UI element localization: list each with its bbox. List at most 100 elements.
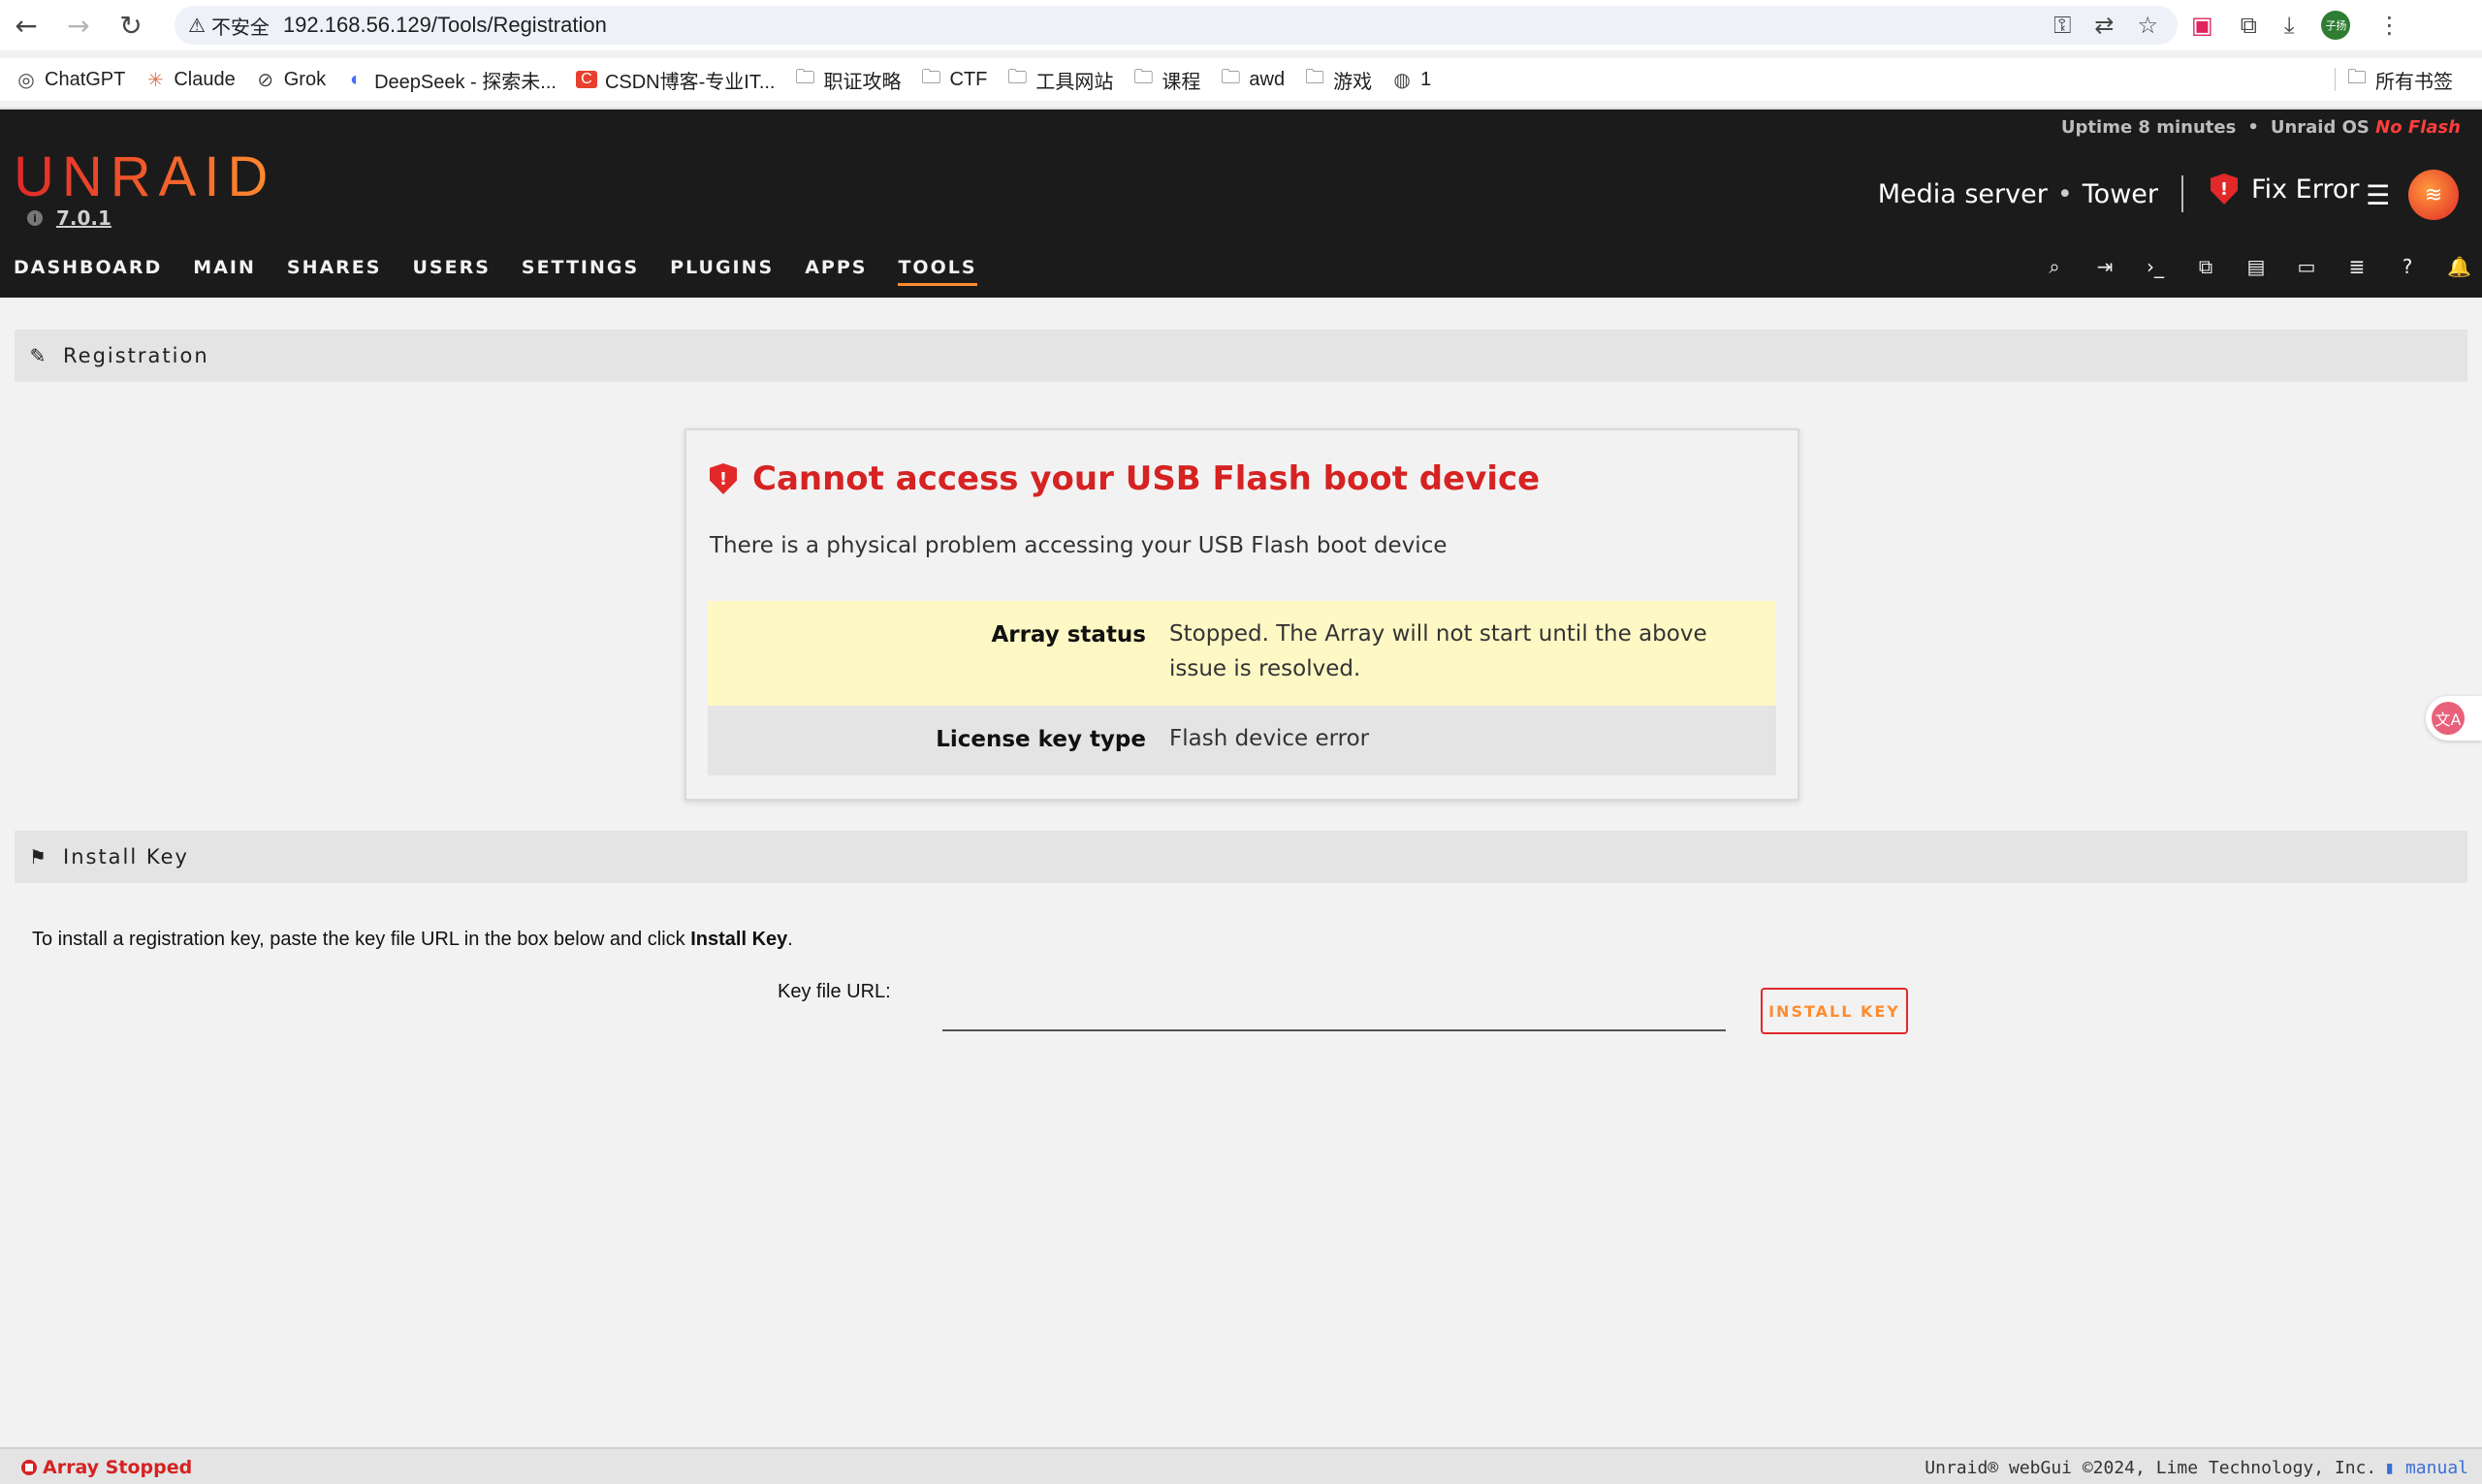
log-icon[interactable]: ≣: [2346, 255, 2368, 278]
bookmark-item[interactable]: ◎ ChatGPT: [6, 58, 135, 101]
nav-item-plugins[interactable]: PLUGINS: [670, 257, 774, 286]
translate-icon: 文A: [2432, 702, 2465, 735]
unraid-header: Uptime 8 minutes • Unraid OS No Flash UNRA…: [0, 110, 2482, 298]
user-avatar[interactable]: ≋: [2408, 170, 2459, 220]
stop-icon: [21, 1460, 37, 1475]
pencil-icon: ✎: [29, 344, 48, 367]
bookmark-item[interactable]: ⊘ Grok: [245, 58, 335, 101]
nav-item-users[interactable]: USERS: [412, 257, 490, 286]
bookmark-item[interactable]: C CSDN博客-专业IT...: [566, 58, 785, 101]
folder-icon: 🗀: [1305, 67, 1325, 88]
uptime-bar: Uptime 8 minutes • Unraid OS No Flash: [2060, 117, 2461, 138]
nav-icon-bar: ⌕ ⇥ ›_ ⧉ ▤ ▭ ≣ ? 🔔: [2044, 255, 2471, 278]
security-chip[interactable]: ⚠ 不安全: [188, 12, 283, 40]
flag-icon: ⚑: [29, 845, 48, 868]
folder-icon: 🗀: [795, 67, 815, 88]
nav-item-main[interactable]: MAIN: [193, 257, 256, 286]
status-label: Array status: [991, 622, 1146, 647]
bookmark-label: 工具网站: [1035, 71, 1114, 93]
book-icon: ▮: [2384, 1458, 2396, 1478]
nav-item-shares[interactable]: SHARES: [287, 257, 382, 286]
status-row-array: Array status Stopped. The Array will not…: [708, 601, 1776, 706]
url-text[interactable]: 192.168.56.129/Tools/Registration: [283, 13, 607, 38]
bookmark-label: CSDN博客-专业IT...: [604, 71, 776, 93]
bookmark-item[interactable]: 🗀 游戏: [1294, 58, 1382, 101]
nav-item-apps[interactable]: APPS: [805, 257, 867, 286]
bookmark-item[interactable]: 🗀 课程: [1123, 58, 1210, 101]
shield-alert-icon: !: [2211, 174, 2238, 205]
password-key-icon[interactable]: ⚿: [2053, 12, 2071, 39]
folder-icon: 🗀: [1221, 67, 1241, 88]
nav-item-dashboard[interactable]: DASHBOARD: [14, 257, 162, 286]
manual-link[interactable]: ▮ manual: [2384, 1458, 2468, 1478]
version-info: i 7.0.1: [27, 206, 111, 230]
security-label: 不安全: [210, 15, 270, 39]
bookmark-star-icon[interactable]: ☆: [2137, 12, 2158, 39]
all-bookmarks[interactable]: 🗀 所有书签: [2337, 58, 2463, 101]
bookmark-label: 游戏: [1333, 71, 1373, 93]
section-title: Install Key: [63, 845, 189, 868]
search-icon[interactable]: ⌕: [2044, 255, 2065, 278]
monitor-icon[interactable]: ▭: [2296, 255, 2317, 278]
install-description: To install a registration key, paste the…: [32, 929, 793, 950]
sound-wave-icon: ≋: [2424, 182, 2443, 207]
bookmark-item[interactable]: ◐ DeepSeek - 探索未...: [335, 58, 566, 101]
status-label: License key type: [936, 727, 1146, 752]
keyfile-url-input[interactable]: [942, 989, 1726, 1031]
status-value: Stopped. The Array will not start until …: [1169, 621, 1707, 681]
translate-extension-icon[interactable]: ▣: [2191, 12, 2213, 39]
folder-icon: 🗀: [921, 67, 941, 88]
logout-icon[interactable]: ⇥: [2094, 255, 2116, 278]
openai-icon: ◎: [17, 69, 35, 91]
section-title: Registration: [63, 344, 209, 367]
copyright: Unraid® webGui ©2024, Lime Technology, I…: [1925, 1458, 2468, 1478]
error-description: There is a physical problem accessing yo…: [710, 533, 1448, 558]
version-link[interactable]: 7.0.1: [56, 206, 111, 230]
info-icon: i: [27, 210, 43, 226]
profile-avatar[interactable]: 子扬: [2321, 11, 2351, 40]
deepseek-icon: ◐: [350, 68, 363, 90]
globe-icon: ◍: [1393, 69, 1411, 91]
error-title: ! Cannot access your USB Flash boot devi…: [710, 459, 1540, 498]
bookmarks-bar: ◎ ChatGPT ✳ Claude ⊘ Grok ◐ DeepSeek - 探索未... C C…: [0, 58, 2482, 101]
translate-sidebar-button[interactable]: 文A: [2426, 696, 2482, 741]
install-key-button[interactable]: INSTALL KEY: [1761, 988, 1908, 1034]
copy-icon[interactable]: ⧉: [2195, 255, 2216, 278]
bookmark-item[interactable]: 🗀 工具网站: [997, 58, 1123, 101]
feedback-icon[interactable]: ▤: [2245, 255, 2267, 278]
nav-item-settings[interactable]: SETTINGS: [522, 257, 639, 286]
install-key-section-header: ⚑ Install Key: [15, 831, 2467, 883]
terminal-icon[interactable]: ›_: [2145, 255, 2166, 278]
bookmark-label: Claude: [174, 68, 236, 90]
help-icon[interactable]: ?: [2397, 255, 2418, 278]
bookmark-label: awd: [1249, 68, 1286, 90]
browser-toolbar: ← → ↻ ⚠ 不安全 192.168.56.129/Tools/Registr…: [0, 0, 2482, 50]
bookmark-item[interactable]: ✳ Claude: [135, 58, 244, 101]
browser-menu-icon[interactable]: ⋮: [2377, 12, 2401, 39]
bookmark-item[interactable]: 🗀 awd: [1210, 58, 1294, 101]
bookmark-item[interactable]: 🗀 职证攻略: [785, 58, 911, 101]
hamburger-menu-icon[interactable]: ☰: [2366, 179, 2390, 211]
translate-icon[interactable]: ⇄: [2094, 12, 2114, 39]
folder-icon: 🗀: [2347, 67, 2367, 88]
status-table: Array status Stopped. The Array will not…: [708, 601, 1776, 775]
address-bar[interactable]: ⚠ 不安全 192.168.56.129/Tools/Registration …: [175, 6, 2178, 45]
bell-icon[interactable]: 🔔: [2447, 255, 2471, 278]
downloads-icon[interactable]: ⤓: [2284, 12, 2295, 39]
reload-button[interactable]: ↻: [105, 0, 157, 50]
bookmark-item[interactable]: 🗀 CTF: [911, 58, 998, 101]
footer: Array Stopped Unraid® webGui ©2024, Lime…: [0, 1447, 2482, 1484]
bookmark-label: 课程: [1161, 71, 1201, 93]
fix-error-button[interactable]: ! Fix Error: [2211, 174, 2359, 205]
bookmark-item[interactable]: ◍ 1: [1382, 58, 1441, 101]
csdn-icon: C: [575, 71, 597, 88]
nav-item-tools[interactable]: TOOLS: [898, 257, 977, 286]
forward-button[interactable]: →: [52, 0, 105, 50]
shield-alert-icon: !: [710, 463, 737, 494]
unraid-logo[interactable]: UNRAID: [14, 144, 275, 209]
extensions-puzzle-icon[interactable]: ⧉: [2241, 12, 2257, 39]
bookmark-label: ChatGPT: [45, 68, 126, 90]
back-button[interactable]: ←: [0, 0, 52, 50]
reload-icon: ↻: [119, 9, 143, 42]
status-row-license: License key type Flash device error: [708, 706, 1776, 775]
